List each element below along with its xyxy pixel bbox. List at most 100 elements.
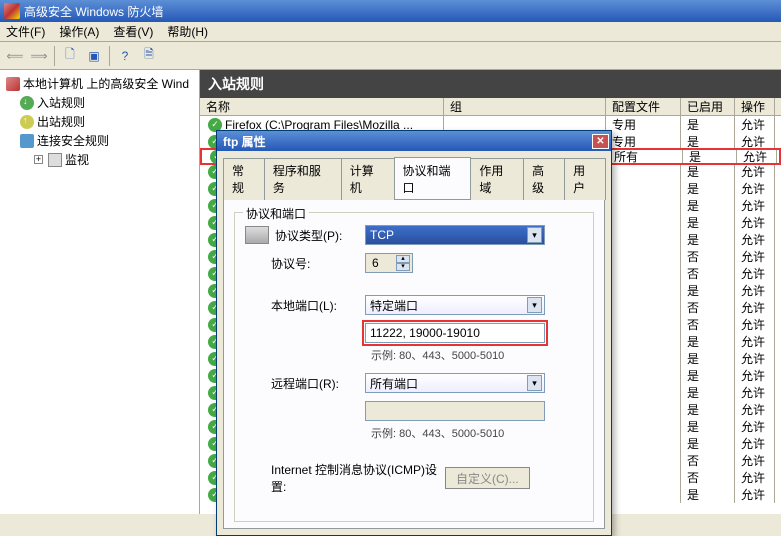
col-name[interactable]: 名称 [200,98,444,115]
spin-up-icon: ▴ [396,255,410,263]
protocol-num-spinner: 6 ▴▾ [365,253,413,273]
rule-enabled: 是 [681,282,735,299]
remote-port-type-value: 所有端口 [370,375,418,392]
rule-action: 允许 [735,384,775,401]
content-header: 入站规则 [200,70,781,98]
rule-action: 允许 [735,452,775,469]
properties-dialog: ftp 属性 ✕ 常规 程序和服务 计算机 协议和端口 作用域 高级 用户 协议… [216,130,612,536]
rule-action: 允许 [735,248,775,265]
toolbar-separator [109,46,110,66]
filter-button[interactable]: ▣ [83,45,105,67]
rule-action: 允许 [735,180,775,197]
rule-enabled: 否 [681,299,735,316]
protocol-groupbox: 协议和端口 协议类型(P): TCP ▾ 协议号: 6 ▴▾ [234,212,594,522]
outbound-icon [20,115,34,129]
tab-advanced[interactable]: 高级 [523,158,565,200]
menu-bar: 文件(F) 操作(A) 查看(V) 帮助(H) [0,22,781,42]
rule-action: 允许 [735,265,775,282]
protocol-type-combo[interactable]: TCP ▾ [365,225,545,245]
rule-enabled: 否 [681,452,735,469]
rule-enabled: 否 [681,469,735,486]
rule-enabled: 是 [681,367,735,384]
rule-action: 允许 [735,316,775,333]
chevron-down-icon: ▾ [527,297,542,313]
rule-action: 允许 [735,214,775,231]
close-button[interactable]: ✕ [592,134,609,149]
local-port-type-combo[interactable]: 特定端口 ▾ [365,295,545,315]
rule-action: 允许 [737,150,777,163]
remote-port-example: 示例: 80、443、5000-5010 [245,425,583,441]
rule-profile: 专用 [606,116,681,133]
menu-action[interactable]: 操作(A) [59,23,99,40]
col-enabled[interactable]: 已启用 [681,98,735,115]
tree-inbound[interactable]: 入站规则 [2,93,197,112]
rule-action: 允许 [735,197,775,214]
rule-enabled: 是 [683,150,737,163]
rule-action: 允许 [735,401,775,418]
connsec-icon [20,134,34,148]
nav-tree: 本地计算机 上的高级安全 Wind 入站规则 出站规则 连接安全规则 + 监视 [0,70,200,514]
rule-action: 允许 [735,163,775,180]
tree-connsec-label: 连接安全规则 [37,132,109,149]
rule-action: 允许 [735,469,775,486]
tab-panel: 协议和端口 协议类型(P): TCP ▾ 协议号: 6 ▴▾ [223,199,605,529]
help-button[interactable]: ? [114,45,136,67]
rule-enabled: 是 [681,231,735,248]
tab-protocols[interactable]: 协议和端口 [394,157,472,199]
refresh-button[interactable]: 🗋 [59,45,81,67]
back-button: ⟸ [4,45,26,67]
remote-port-input [365,401,545,421]
tree-root-label: 本地计算机 上的高级安全 Wind [23,75,189,92]
tree-outbound[interactable]: 出站规则 [2,112,197,131]
nic-icon [245,226,269,244]
tab-computers[interactable]: 计算机 [341,158,395,200]
protocol-type-label: 协议类型(P): [275,227,342,244]
rule-enabled: 是 [681,116,735,133]
tree-inbound-label: 入站规则 [37,94,85,111]
local-port-example: 示例: 80、443、5000-5010 [245,347,583,363]
rule-action: 允许 [735,435,775,452]
expand-icon[interactable]: + [34,155,43,164]
inbound-icon [20,96,34,110]
menu-help[interactable]: 帮助(H) [167,23,208,40]
remote-port-type-combo[interactable]: 所有端口 ▾ [365,373,545,393]
forward-button: ⟹ [28,45,50,67]
rule-enabled: 否 [681,316,735,333]
remote-port-label: 远程端口(R): [245,375,365,392]
col-action[interactable]: 操作 [735,98,775,115]
dialog-title: ftp 属性 [223,133,266,150]
rule-enabled: 是 [681,418,735,435]
customize-button: 自定义(C)... [445,467,530,489]
dialog-titlebar[interactable]: ftp 属性 ✕ [217,131,611,151]
rule-action: 允许 [735,367,775,384]
protocol-num-value: 6 [372,256,379,270]
rule-action: 允许 [735,282,775,299]
window-titlebar: 高级安全 Windows 防火墙 [0,0,781,22]
col-profile[interactable]: 配置文件 [606,98,681,115]
rule-action: 允许 [735,299,775,316]
tree-connsec[interactable]: 连接安全规则 [2,131,197,150]
rule-action: 允许 [735,231,775,248]
local-port-value: 11222, 19000-19010 [370,326,480,340]
menu-view[interactable]: 查看(V) [113,23,153,40]
tab-users[interactable]: 用户 [564,158,606,200]
toolbar: ⟸ ⟹ 🗋 ▣ ? 🗎 [0,42,781,70]
rule-enabled: 否 [681,248,735,265]
protocol-num-label: 协议号: [245,255,365,272]
local-port-input[interactable]: 11222, 19000-19010 [365,323,545,343]
col-group[interactable]: 组 [444,98,606,115]
rule-action: 允许 [735,333,775,350]
rule-enabled: 是 [681,384,735,401]
export-button[interactable]: 🗎 [138,45,160,67]
chevron-down-icon: ▾ [527,375,542,391]
content-pane: 入站规则 名称 组 配置文件 已启用 操作 ✓Firefox (C:\Progr… [200,70,781,514]
tree-outbound-label: 出站规则 [37,113,85,130]
tree-root[interactable]: 本地计算机 上的高级安全 Wind [2,74,197,93]
tab-scope[interactable]: 作用域 [470,158,524,200]
rule-enabled: 否 [681,265,735,282]
menu-file[interactable]: 文件(F) [6,23,45,40]
tree-monitor[interactable]: + 监视 [2,150,197,169]
tab-general[interactable]: 常规 [223,158,265,200]
tab-programs[interactable]: 程序和服务 [264,158,342,200]
protocol-type-value: TCP [370,228,394,242]
